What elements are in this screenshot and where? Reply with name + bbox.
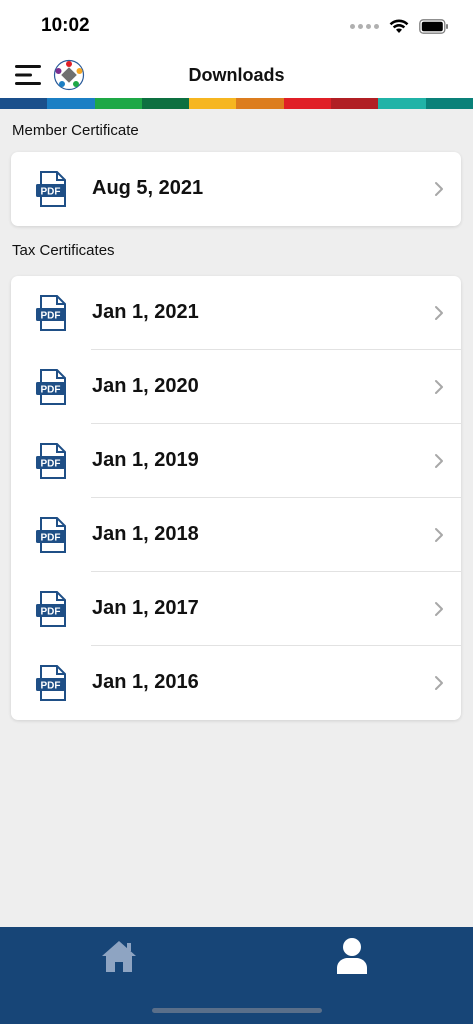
pdf-icon: PDF <box>36 517 66 553</box>
chevron-right-icon <box>435 380 443 394</box>
pdf-icon: PDF <box>36 369 66 405</box>
status-bar: 10:02 <box>0 0 473 52</box>
svg-text:PDF: PDF <box>41 311 61 322</box>
download-row-label: Aug 5, 2021 <box>92 177 204 199</box>
chevron-right-icon <box>435 528 443 542</box>
home-indicator <box>152 1008 322 1013</box>
brand-color-stripe <box>0 98 473 109</box>
svg-text:PDF: PDF <box>41 607 61 618</box>
section-label-member: Member Certificate <box>12 122 139 139</box>
home-icon[interactable] <box>101 939 137 973</box>
svg-text:PDF: PDF <box>41 459 61 470</box>
pdf-icon: PDF <box>36 665 66 701</box>
chevron-right-icon <box>435 602 443 616</box>
stripe-segment <box>189 98 237 109</box>
stripe-segment <box>47 98 95 109</box>
chevron-right-icon <box>435 182 443 196</box>
download-row-label: Jan 1, 2016 <box>92 671 199 693</box>
page-title: Downloads <box>188 65 285 85</box>
pdf-icon: PDF <box>36 171 66 207</box>
status-time: 10:02 <box>41 15 90 36</box>
stripe-segment <box>0 98 48 109</box>
svg-text:PDF: PDF <box>41 385 61 396</box>
download-row[interactable]: PDF Jan 1, 2021 <box>11 276 461 350</box>
stripe-segment <box>94 98 142 109</box>
stripe-segment <box>378 98 426 109</box>
stripe-segment <box>331 98 379 109</box>
pdf-icon: PDF <box>36 443 66 479</box>
battery-icon <box>419 18 448 34</box>
stripe-segment <box>236 98 284 109</box>
pdf-icon: PDF <box>36 591 66 627</box>
tax-certificates-card: PDF Jan 1, 2021 PDF Jan 1, 2020 PDF Jan 1, 20… <box>11 276 461 720</box>
pdf-icon: PDF <box>36 295 66 331</box>
download-row[interactable]: PDF Aug 5, 2021 <box>11 152 461 226</box>
download-row[interactable]: PDF Jan 1, 2016 <box>11 646 461 720</box>
download-row-label: Jan 1, 2017 <box>92 597 199 619</box>
wifi-icon <box>389 19 409 33</box>
svg-text:PDF: PDF <box>41 681 61 692</box>
stripe-segment <box>425 98 473 109</box>
chevron-right-icon <box>435 306 443 320</box>
download-row[interactable]: PDF Jan 1, 2020 <box>11 350 461 424</box>
download-row-label: Jan 1, 2019 <box>92 449 199 471</box>
user-icon[interactable] <box>334 937 370 975</box>
stripe-segment <box>141 98 190 109</box>
svg-text:PDF: PDF <box>41 187 61 198</box>
download-row-label: Jan 1, 2021 <box>92 301 199 323</box>
download-row[interactable]: PDF Jan 1, 2019 <box>11 424 461 498</box>
status-indicators <box>350 17 449 35</box>
stripe-segment <box>283 98 332 109</box>
download-row[interactable]: PDF Jan 1, 2017 <box>11 572 461 646</box>
bottom-navigation-bar <box>0 927 473 1024</box>
member-certificate-card: PDF Aug 5, 2021 <box>11 152 461 226</box>
cellular-signal-icon <box>350 23 379 29</box>
chevron-right-icon <box>435 454 443 468</box>
download-row-label: Jan 1, 2020 <box>92 375 199 397</box>
svg-text:PDF: PDF <box>41 533 61 544</box>
section-label-tax: Tax Certificates <box>12 242 115 259</box>
chevron-right-icon <box>435 676 443 690</box>
download-row[interactable]: PDF Jan 1, 2018 <box>11 498 461 572</box>
app-header: Downloads <box>0 52 473 98</box>
download-row-label: Jan 1, 2018 <box>92 523 199 545</box>
